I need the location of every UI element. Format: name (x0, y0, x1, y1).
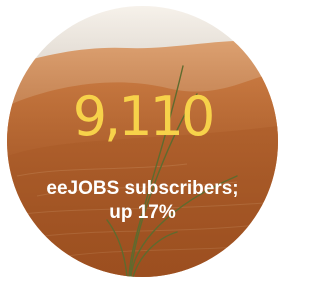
subscriber-caption: eeJOBS subscribers; up 17% (17, 177, 268, 225)
subscriber-count: 9,110 (72, 85, 216, 148)
caption-line-2: up 17% (109, 202, 176, 223)
caption-line-1: eeJOBS subscribers; (46, 178, 239, 199)
stat-card: 9,110 eeJOBS subscribers; up 17% (0, 0, 286, 286)
desert-photo-circle: 9,110 eeJOBS subscribers; up 17% (7, 6, 278, 277)
